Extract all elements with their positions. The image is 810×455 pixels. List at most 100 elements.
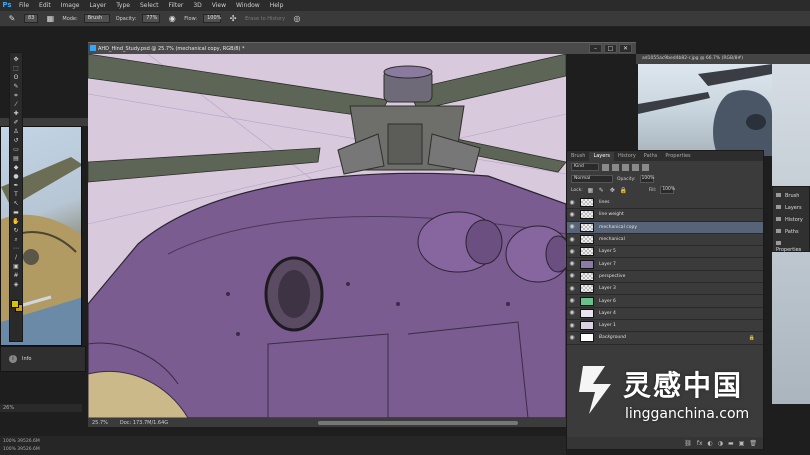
visibility-eye-icon[interactable]: ◉ bbox=[567, 234, 577, 246]
layer-row[interactable]: ◉ Background 🔒 bbox=[567, 332, 763, 345]
marquee-tool-icon[interactable]: ⬚ bbox=[11, 65, 21, 73]
visibility-eye-icon[interactable]: ◉ bbox=[567, 221, 577, 233]
filter-kind-select[interactable]: Kind bbox=[571, 163, 599, 171]
layer-row[interactable]: ◉ mechanical bbox=[567, 234, 763, 247]
lock-all-icon[interactable]: 🔒 bbox=[620, 187, 627, 194]
eyedropper-tool-icon[interactable]: ⁄ bbox=[11, 101, 21, 109]
opacity-input[interactable]: 77% bbox=[142, 14, 161, 23]
lock-pixels-icon[interactable]: ✎ bbox=[598, 187, 605, 194]
blur-tool-icon[interactable]: ◆ bbox=[11, 164, 21, 172]
main-canvas[interactable] bbox=[88, 54, 566, 418]
horizontal-scrollbar[interactable] bbox=[318, 421, 518, 425]
zoom-level[interactable]: 25.7% bbox=[92, 420, 108, 426]
quick-select-tool-icon[interactable]: ✎ bbox=[11, 83, 21, 91]
filter-adjustment-icon[interactable] bbox=[612, 163, 619, 171]
zoom-tool-icon[interactable]: ⌕ bbox=[11, 236, 21, 244]
airbrush-icon[interactable]: ✣ bbox=[227, 14, 239, 24]
menu-type[interactable]: Type bbox=[111, 0, 135, 11]
layer-row[interactable]: ◉ Layer 3 bbox=[567, 283, 763, 296]
filter-pixel-icon[interactable] bbox=[602, 163, 609, 171]
collapsed-brush-panel[interactable]: Brush bbox=[776, 193, 799, 199]
collapsed-layers-panel[interactable]: Layers bbox=[776, 205, 802, 211]
new-group-icon[interactable]: ▬ bbox=[728, 440, 734, 447]
maximize-button[interactable]: □ bbox=[604, 44, 617, 53]
layer-row[interactable]: ◉ line weight bbox=[567, 209, 763, 222]
mode-select[interactable]: Brush bbox=[83, 14, 110, 23]
menu-layer[interactable]: Layer bbox=[84, 0, 111, 11]
menu-view[interactable]: View bbox=[207, 0, 231, 11]
pen-tool-icon[interactable]: ✒ bbox=[11, 182, 21, 190]
filter-shape-icon[interactable] bbox=[632, 163, 639, 171]
foreground-color-swatch[interactable] bbox=[11, 300, 19, 308]
layer-opacity-input[interactable]: 100% bbox=[639, 175, 654, 183]
note-tool-icon[interactable]: ▣ bbox=[11, 263, 21, 271]
menu-window[interactable]: Window bbox=[231, 0, 265, 11]
visibility-eye-icon[interactable]: ◉ bbox=[567, 246, 577, 258]
add-mask-icon[interactable]: ◐ bbox=[708, 440, 713, 447]
menu-select[interactable]: Select bbox=[135, 0, 164, 11]
main-doc-tab[interactable]: AHD_Hind_Study.psd @ 25.7% (mechanical c… bbox=[88, 46, 244, 52]
tab-properties[interactable]: Properties bbox=[661, 152, 694, 161]
eraser-tool-icon[interactable]: ✎ bbox=[6, 14, 18, 24]
layer-row[interactable]: ◉ Layer 7 bbox=[567, 258, 763, 271]
info-icon[interactable]: i bbox=[9, 355, 17, 363]
menu-3d[interactable]: 3D bbox=[188, 0, 206, 11]
move-tool-icon[interactable]: ✥ bbox=[11, 56, 21, 64]
brush-panel-icon[interactable]: ▦ bbox=[44, 14, 56, 24]
new-layer-icon[interactable]: ▣ bbox=[739, 440, 745, 447]
layer-row[interactable]: ◉ Layer 6 bbox=[567, 295, 763, 308]
layer-row[interactable]: ◉ Layer 1 bbox=[567, 320, 763, 333]
visibility-eye-icon[interactable]: ◉ bbox=[567, 332, 577, 344]
lock-transparent-icon[interactable]: ▦ bbox=[587, 187, 594, 194]
flow-input[interactable]: 100% bbox=[203, 14, 221, 23]
brush-size-picker[interactable]: 83 bbox=[24, 14, 39, 23]
eraser-tool-icon[interactable]: ▭ bbox=[11, 146, 21, 154]
layer-row[interactable]: ◉ perspective bbox=[567, 270, 763, 284]
erase-to-history-checkbox[interactable]: Erase to History bbox=[245, 16, 285, 22]
shape-tool-icon[interactable]: ▬ bbox=[11, 209, 21, 217]
healing-tool-icon[interactable]: ✚ bbox=[11, 110, 21, 118]
layer-style-icon[interactable]: fx bbox=[697, 440, 703, 447]
pressure-size-icon[interactable]: ◎ bbox=[291, 14, 303, 24]
adjustment-layer-icon[interactable]: ◑ bbox=[718, 440, 723, 447]
visibility-eye-icon[interactable]: ◉ bbox=[567, 307, 577, 319]
tab-paths[interactable]: Paths bbox=[640, 152, 662, 161]
layer-row[interactable]: ◉ mechanical copy bbox=[567, 221, 763, 234]
collapsed-paths-panel[interactable]: Paths bbox=[776, 229, 799, 235]
type-tool-icon[interactable]: T bbox=[11, 191, 21, 199]
lock-position-icon[interactable]: ✥ bbox=[609, 187, 616, 194]
hand-tool-icon[interactable]: ✋ bbox=[11, 218, 21, 226]
layer-row[interactable]: ◉ Layer 4 bbox=[567, 308, 763, 320]
visibility-eye-icon[interactable]: ◉ bbox=[567, 320, 577, 332]
tab-brush[interactable]: Brush bbox=[567, 152, 589, 161]
filter-type-icon[interactable] bbox=[622, 163, 629, 171]
link-layers-icon[interactable]: ⛓ bbox=[684, 440, 692, 447]
ruler-tool-icon[interactable]: ∕ bbox=[11, 254, 21, 262]
delete-layer-icon[interactable]: 🗑 bbox=[749, 440, 757, 447]
dodge-tool-icon[interactable]: ● bbox=[11, 173, 21, 181]
menu-image[interactable]: Image bbox=[56, 0, 85, 11]
visibility-eye-icon[interactable]: ◉ bbox=[567, 283, 577, 295]
visibility-eye-icon[interactable]: ◉ bbox=[567, 270, 577, 282]
history-brush-tool-icon[interactable]: ↺ bbox=[11, 137, 21, 145]
rotate-view-tool-icon[interactable]: ↻ bbox=[11, 227, 21, 235]
minimize-button[interactable]: – bbox=[589, 44, 602, 53]
gradient-tool-icon[interactable]: ▤ bbox=[11, 155, 21, 163]
clone-stamp-tool-icon[interactable]: ♙ bbox=[11, 128, 21, 136]
path-select-tool-icon[interactable]: ↖ bbox=[11, 200, 21, 208]
collapsed-history-panel[interactable]: History bbox=[776, 217, 803, 223]
tab-layers[interactable]: Layers bbox=[589, 152, 614, 161]
visibility-eye-icon[interactable]: ◉ bbox=[567, 258, 577, 270]
layer-row[interactable]: ◉ lines bbox=[567, 197, 763, 210]
pressure-opacity-icon[interactable]: ◉ bbox=[166, 14, 178, 24]
menu-filter[interactable]: Filter bbox=[164, 0, 189, 11]
right-doc-tab[interactable]: ad1055ac9bed4b82-r.jpg @ 66.7% (RGB/8#) bbox=[636, 54, 810, 64]
lasso-tool-icon[interactable]: ʘ bbox=[11, 74, 21, 82]
menu-help[interactable]: Help bbox=[265, 0, 289, 11]
crop-tool-icon[interactable]: ⌗ bbox=[11, 92, 21, 100]
menu-edit[interactable]: Edit bbox=[34, 0, 56, 11]
brush-tool-icon[interactable]: ✐ bbox=[11, 119, 21, 127]
document-size[interactable]: Doc: 173.7M/1.64G bbox=[120, 420, 168, 426]
layer-row[interactable]: ◉ Layer 5 bbox=[567, 246, 763, 259]
count-tool-icon[interactable]: # bbox=[11, 272, 21, 280]
